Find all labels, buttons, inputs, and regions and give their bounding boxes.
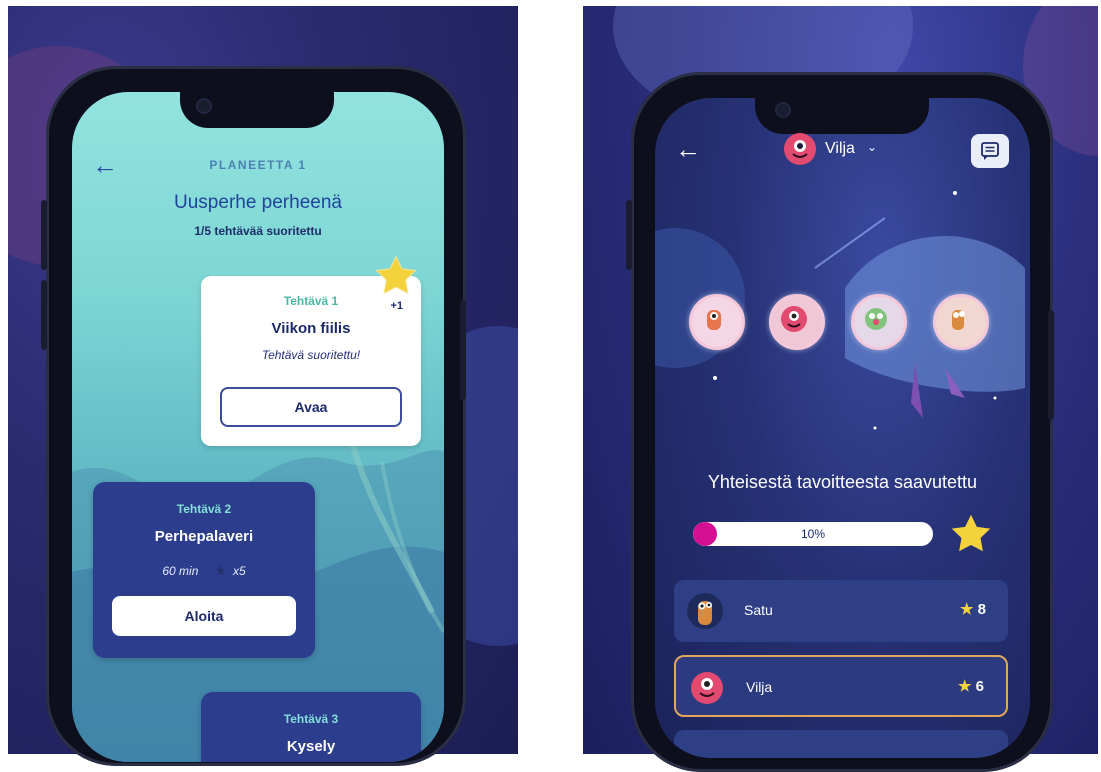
back-arrow-icon[interactable]: ← [675, 134, 701, 165]
planet-label: PLANEETTA 1 [209, 158, 307, 172]
task-card-3: Tehtävä 3 Kysely [201, 692, 421, 762]
page-title: Uusperhe perheenä [174, 192, 342, 213]
start-button[interactable]: Aloita [112, 596, 296, 636]
member-score: ★ 6 [958, 677, 984, 695]
member-score: ★ 8 [960, 600, 986, 618]
phone-side-button [626, 200, 632, 270]
task-duration: 60 min [162, 564, 199, 578]
task-card-2: Tehtävä 2 Perhepalaveri 60 min ★ x5 Aloita [93, 482, 315, 658]
member-name: Vilja [746, 679, 773, 695]
left-phone-screen: ← PLANEETTA 1 Uusperhe perheenä 1/5 teht… [72, 92, 444, 762]
task-meta: 60 min ★ x5 [93, 562, 315, 579]
reward-badge: +1 [390, 300, 403, 312]
right-phone-screen: ← Vilja ⌄ Yhteisestä tavoitteesta saavut… [655, 98, 1030, 758]
task-label: Tehtävä 3 [283, 712, 339, 726]
member-name: Satu [744, 602, 773, 618]
phone-side-button [460, 300, 466, 400]
task-status: Tehtävä suoritettu! [261, 348, 361, 362]
task-title: Viikon fiilis [271, 320, 351, 337]
message-icon-button[interactable] [971, 134, 1009, 168]
goal-progress-label: 10% [800, 527, 826, 541]
orange-monster-avatar [687, 593, 723, 629]
phone-notch [180, 92, 334, 128]
orange-monster-avatar [707, 310, 721, 330]
orange-monster-avatar [952, 310, 965, 330]
phone-side-button [41, 280, 47, 350]
member-row[interactable]: Satu ★ 8 [674, 580, 1008, 642]
task-card-1: Tehtävä 1 +1 Viikon fiilis Tehtävä suori… [201, 276, 421, 446]
member-stars: 8 [977, 601, 986, 618]
star-icon: ★ [958, 678, 972, 695]
member-row-selected[interactable]: Vilja ★ 6 [674, 655, 1008, 717]
phone-side-button [41, 200, 47, 270]
phone-notch [755, 98, 929, 134]
task-title: Kysely [286, 738, 336, 755]
goal-progress-bar: 10% [693, 522, 933, 546]
star-icon: ★ [960, 601, 974, 618]
phone-side-button [1048, 310, 1054, 420]
user-avatar[interactable] [783, 132, 817, 166]
star-icon [375, 255, 417, 295]
task-reward: x5 [232, 564, 246, 578]
chevron-down-icon[interactable]: ⌄ [867, 140, 877, 154]
camera-icon [775, 102, 791, 118]
user-name[interactable]: Vilja [825, 140, 855, 158]
green-monster-avatar [865, 308, 887, 330]
progress-text: 1/5 tehtävää suoritettu [194, 224, 322, 238]
goal-heading: Yhteisestä tavoitteesta saavutettu [707, 472, 978, 492]
pink-monster-avatar [781, 306, 807, 332]
star-icon: ★ [214, 562, 227, 578]
pink-monster-avatar [691, 672, 723, 704]
camera-icon [196, 98, 212, 114]
task-title: Perhepalaveri [154, 528, 254, 545]
message-icon [981, 142, 999, 160]
task-label: Tehtävä 2 [176, 502, 232, 516]
star-icon [951, 514, 991, 552]
member-stars: 6 [975, 678, 984, 695]
open-button[interactable]: Avaa [220, 387, 402, 427]
